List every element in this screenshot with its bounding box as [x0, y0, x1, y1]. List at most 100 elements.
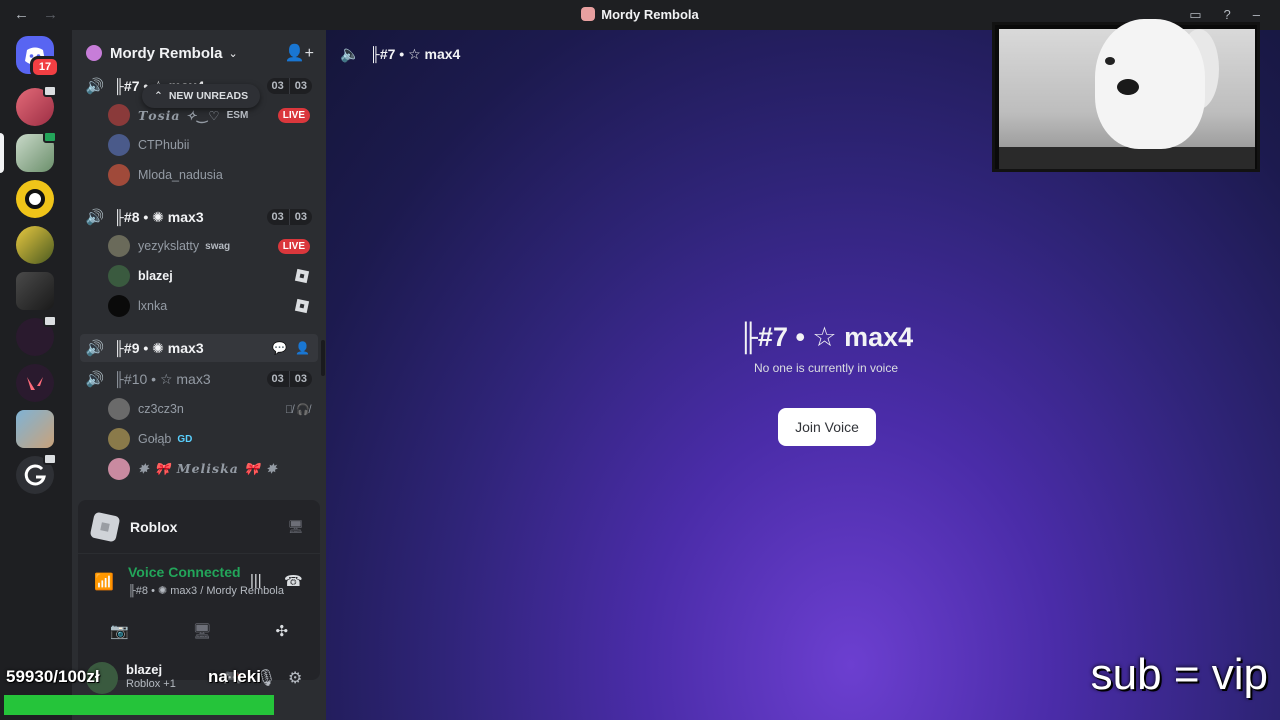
sub-vip-overlay: sub = vip [1090, 650, 1268, 699]
header-channel-name: ╟#7 • ☆ max4 [369, 45, 461, 62]
server-icon-4[interactable] [16, 226, 54, 264]
channel-header: 🔈 ╟#7 • ☆ max4 [340, 44, 460, 64]
server-icon-7[interactable] [16, 364, 54, 402]
window-title-text: Mordy Rembola [601, 7, 699, 22]
voice-member[interactable]: 𝑻𝒐𝒔𝒊𝒂 ✧‿♡ ESM LIVE [108, 102, 318, 128]
server-icon-8[interactable] [16, 410, 54, 448]
avatar [108, 134, 130, 156]
guild-name: Mordy Rembola [110, 44, 223, 62]
live-badge: LIVE [277, 238, 310, 254]
member-name: Gołąb [138, 432, 172, 446]
member-name: CTPhubii [138, 138, 190, 152]
selected-server-pill [0, 133, 4, 173]
speaker-icon: 🔊 [85, 340, 105, 357]
count-current: 03 [266, 209, 290, 225]
speaker-icon: 🔈 [340, 46, 360, 63]
member-tag: swag [205, 240, 231, 252]
chevron-up-icon: ⌃ [154, 90, 163, 102]
channel-sidebar: Mordy Rembola ⌄ 👤+ 🔊 ╟#7 • ☆ max4 0303 ⌃… [72, 30, 326, 720]
voice-controls: 📷 🖥 ✣ [78, 610, 320, 652]
window-title: Mordy Rembola [0, 7, 1280, 22]
signal-icon[interactable]: 📶 [94, 572, 114, 592]
discord-home-icon[interactable]: 17 [16, 36, 60, 78]
member-name: Mloda_nadusia [138, 168, 223, 182]
member-name: lxnka [138, 299, 168, 313]
join-voice-button[interactable]: Join Voice [778, 408, 876, 446]
avatar [108, 235, 130, 257]
webcam-overlay [992, 19, 1260, 172]
avatar [108, 458, 130, 480]
member-name: blazej [138, 269, 173, 283]
screen-share-icon [43, 85, 57, 97]
minimize-icon[interactable]: – [1253, 7, 1260, 23]
voice-channel-9[interactable]: 🔊 ╟#9 • ✺ max3 💬 👤 [80, 334, 318, 362]
chevron-down-icon: ⌄ [228, 47, 238, 60]
member-name: ✸ 🎀 𝑴𝒆𝒍𝒊𝒔𝒌𝒂 🎀 ✸ [138, 461, 278, 476]
user-name: blazej [126, 662, 163, 677]
donation-progress-bar [4, 695, 274, 715]
voice-member[interactable]: yezykslatty swag LIVE [108, 233, 318, 259]
guild-header[interactable]: Mordy Rembola ⌄ 👤+ [72, 30, 326, 76]
disconnect-icon[interactable]: ☎ [284, 572, 303, 590]
empty-voice-message: No one is currently in voice [753, 361, 899, 375]
voice-member[interactable]: ✸ 🎀 𝑴𝒆𝒍𝒊𝒔𝒌𝒂 🎀 ✸ [108, 456, 318, 482]
invite-member-icon[interactable]: 👤 [295, 341, 310, 355]
webcam-feed [999, 19, 1255, 169]
activity-name: Roblox [130, 518, 178, 535]
count-current: 03 [266, 371, 290, 387]
help-icon[interactable]: ? [1224, 7, 1231, 23]
server-icon-mordy-rembola[interactable] [16, 131, 57, 172]
count-limit: 03 [289, 78, 312, 94]
avatar [108, 104, 130, 126]
user-count: 03 03 [266, 209, 312, 225]
donation-counter: 59930/100zł [6, 667, 100, 686]
member-name: 𝑻𝒐𝒔𝒊𝒂 ✧‿♡ [138, 107, 221, 123]
server-icon-3[interactable] [16, 180, 54, 218]
activity-row[interactable]: Roblox 🖥 [78, 500, 320, 554]
avatar [108, 428, 130, 450]
server-rail: 17 [0, 30, 72, 720]
noise-suppression-icon[interactable]: ||| [250, 572, 262, 589]
voice-status[interactable]: Voice Connected [128, 564, 241, 580]
chat-bubble-icon[interactable]: 💬 [272, 341, 287, 355]
dog-face [1095, 19, 1205, 149]
voice-member[interactable]: CTPhubii [108, 132, 318, 158]
ring-icon [25, 189, 45, 209]
invite-icon[interactable]: 👤+ [285, 43, 314, 63]
server-icon-9[interactable] [16, 453, 57, 494]
screen-share-icon [43, 315, 57, 327]
voice-member[interactable]: cz3cz3n 🎙̸ 🎧̸ [108, 396, 318, 422]
inbox-icon[interactable]: ▭ [1189, 7, 1201, 23]
server-icon [581, 7, 596, 21]
voice-member[interactable]: Gołąb GD [108, 426, 318, 452]
voice-member[interactable]: lxnka [108, 293, 318, 319]
user-count: 03 03 [266, 78, 312, 94]
speaker-icon: 🔊 [85, 78, 105, 95]
count-current: 03 [266, 78, 290, 94]
voice-active-icon [43, 131, 57, 143]
voice-connection: 📶 Voice Connected ╟#8 • ✺ max3 / Mordy R… [78, 556, 320, 608]
stream-game-icon[interactable]: 🖥 [287, 519, 304, 535]
valorant-logo-icon [27, 377, 43, 390]
member-name: cz3cz3n [138, 402, 184, 416]
voice-channel-10[interactable]: 🔊 ╟#10 • ☆ max3 03 03 [80, 365, 318, 393]
speaker-icon: 🔊 [85, 209, 105, 226]
guild-icon [86, 45, 102, 61]
live-badge: LIVE [277, 107, 310, 123]
server-icon-1[interactable] [16, 85, 57, 126]
channel-name: ╟#9 • ✺ max3 [114, 339, 204, 356]
activities-icon[interactable]: ✣ [275, 622, 288, 640]
voice-channel-8[interactable]: 🔊 ╟#8 • ✺ max3 03 03 [80, 203, 318, 231]
sidebar-scrollbar[interactable] [321, 340, 325, 376]
camera-off-icon[interactable]: 📷 [110, 622, 129, 640]
voice-member[interactable]: Mloda_nadusia [108, 162, 318, 188]
settings-gear-icon[interactable]: ⚙ [288, 668, 302, 688]
server-icon-6[interactable] [16, 315, 57, 356]
roblox-activity-icon [294, 298, 310, 314]
webcam-floor [999, 147, 1255, 169]
channel-title: ╟#7 • ☆ max4 [738, 322, 914, 352]
screen-share-icon[interactable]: 🖥 [193, 622, 212, 640]
voice-member[interactable]: blazej [108, 263, 318, 289]
server-icon-5[interactable] [16, 272, 54, 310]
roblox-logo-icon [89, 511, 121, 542]
